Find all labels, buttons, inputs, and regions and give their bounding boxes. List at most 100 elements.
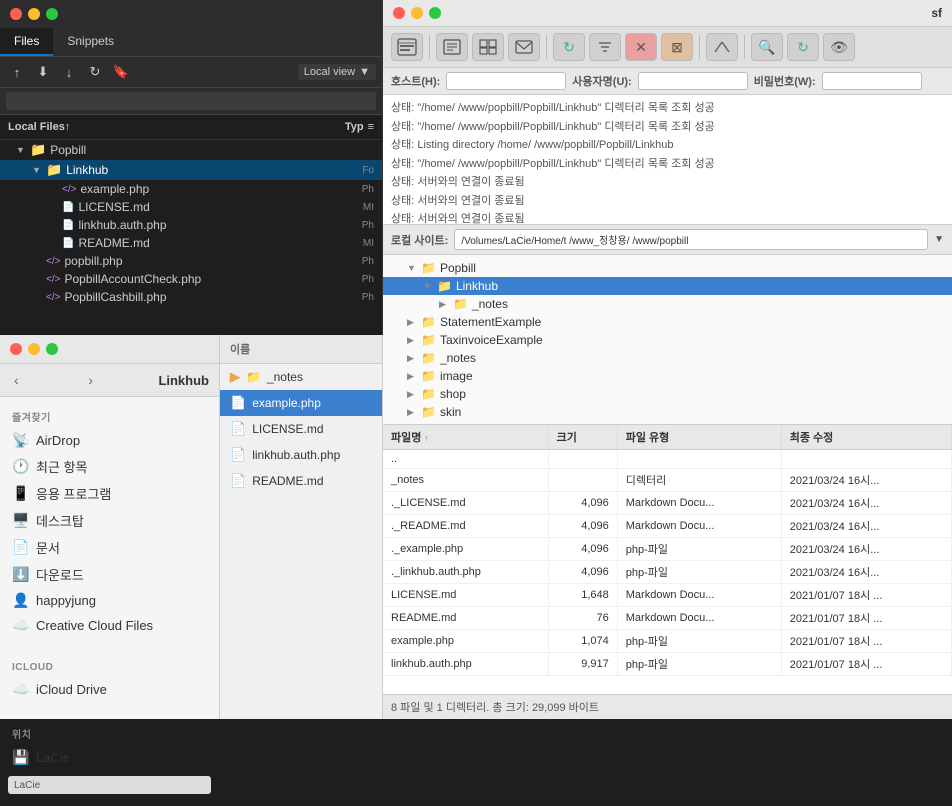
cancel-transfer-button[interactable]: ⊠ [661, 33, 693, 61]
disconnect-red-button[interactable]: ✕ [625, 33, 657, 61]
rt-item-linkhub[interactable]: ▼ 📁 Linkhub [383, 277, 952, 295]
tree-item-account-check[interactable]: </> PopbillAccountCheck.php Ph [0, 270, 382, 288]
list-item-example-php[interactable]: 📄 example.php [220, 390, 382, 416]
file-name-cell: ._example.php [383, 538, 548, 561]
tree-item-license-md[interactable]: 📄 LICENSE.md MI [0, 198, 382, 216]
close-dot[interactable] [10, 8, 22, 20]
refresh-button[interactable]: ↻ [84, 61, 106, 83]
tree-item-example-php[interactable]: </> example.php Ph [0, 180, 382, 198]
local-view-selector[interactable]: Local view ▼ [298, 64, 376, 80]
user-input[interactable] [638, 72, 748, 90]
pass-input[interactable] [822, 72, 922, 90]
rt-item-taxinvoice[interactable]: ▶ 📁 TaxinvoiceExample [383, 331, 952, 349]
documents-icon: 📄 [12, 539, 28, 556]
file-name: example.php [252, 396, 321, 410]
rt-item-popbill[interactable]: ▼ 📁 Popbill [383, 259, 952, 277]
rt-item-shop[interactable]: ▶ 📁 shop [383, 385, 952, 403]
refresh-button[interactable]: ↻ [553, 33, 585, 61]
arrow-icon: ▶ [407, 389, 417, 400]
tree-item-popbill[interactable]: ▼ 📁 Popbill [0, 140, 382, 160]
ftp-maximize-dot[interactable] [429, 7, 441, 19]
upload-speed-button[interactable] [706, 33, 738, 61]
tree-item-cashbill[interactable]: </> PopbillCashbill.php Ph [0, 288, 382, 306]
rt-item-image[interactable]: ▶ 📁 image [383, 367, 952, 385]
back-button[interactable]: ‹ [10, 370, 23, 390]
tree-item-popbill-php[interactable]: </> popbill.php Ph [0, 252, 382, 270]
sync-button[interactable]: ↻ [787, 33, 819, 61]
list-item-readme[interactable]: 📄 README.md [220, 468, 382, 494]
sidebar-item-icloud-drive[interactable]: ☁️ iCloud Drive [0, 677, 219, 702]
filter-button[interactable] [589, 33, 621, 61]
rt-item-label: image [440, 369, 473, 383]
more-button[interactable]: 👁 [823, 33, 855, 61]
transfer-queue-button[interactable] [436, 33, 468, 61]
panel-tabs: Files Snippets [0, 28, 382, 57]
menu-icon[interactable]: ≡ [368, 121, 374, 133]
sidebar-item-applications[interactable]: 📱 응용 프로그램 [0, 480, 219, 507]
user-icon: 👤 [12, 592, 28, 609]
table-row[interactable]: ._LICENSE.md4,096Markdown Docu...2021/03… [383, 492, 952, 515]
col-size[interactable]: 크기 [548, 425, 617, 450]
table-row[interactable]: ._README.md4,096Markdown Docu...2021/03/… [383, 515, 952, 538]
host-input[interactable] [446, 72, 566, 90]
sidebar-item-desktop[interactable]: 🖥️ 데스크탑 [0, 507, 219, 534]
col-filename[interactable]: 파일명 ↑ [383, 425, 548, 450]
list-item-license[interactable]: 📄 LICENSE.md [220, 416, 382, 442]
view-toggle-button[interactable] [472, 33, 504, 61]
message-log-button[interactable] [508, 33, 540, 61]
sidebar-item-recent[interactable]: 🕐 최근 항목 [0, 453, 219, 480]
sidebar-item-happyjung[interactable]: 👤 happyjung [0, 588, 219, 613]
table-row[interactable]: README.md76Markdown Docu...2021/01/07 18… [383, 607, 952, 630]
file-modified-cell: 2021/01/07 18시 ... [781, 653, 951, 676]
list-item-notes[interactable]: ▶ 📁 _notes [220, 364, 382, 390]
sync-down-button[interactable]: ↓ [58, 61, 80, 83]
col-filetype[interactable]: 파일 유형 [617, 425, 781, 450]
log-line-6: 상태: 서버와의 연결이 종료됨 [391, 192, 944, 211]
sidebar-item-airdrop[interactable]: 📡 AirDrop [0, 428, 219, 453]
tree-item-readme[interactable]: 📄 README.md MI [0, 234, 382, 252]
table-row[interactable]: ._linkhub.auth.php4,096php-파일2021/03/24 … [383, 561, 952, 584]
folder-icon: 📁 [437, 279, 452, 293]
list-item-linkhub-auth[interactable]: 📄 linkhub.auth.php [220, 442, 382, 468]
maximize-dot[interactable] [46, 8, 58, 20]
forward-button[interactable]: › [84, 370, 97, 390]
file-size-cell: 9,917 [548, 653, 617, 676]
file-size-cell [548, 469, 617, 492]
table-row[interactable]: LICENSE.md1,648Markdown Docu...2021/01/0… [383, 584, 952, 607]
finder-maximize-dot[interactable] [46, 343, 58, 355]
table-row[interactable]: linkhub.auth.php9,917php-파일2021/01/07 18… [383, 653, 952, 676]
sidebar-item-documents[interactable]: 📄 문서 [0, 534, 219, 561]
ftp-minimize-dot[interactable] [411, 7, 423, 19]
sidebar-item-creative-cloud[interactable]: ☁️ Creative Cloud Files [0, 613, 219, 638]
rt-item-label: Popbill [440, 261, 476, 275]
tab-files[interactable]: Files [0, 28, 53, 56]
tab-snippets[interactable]: Snippets [53, 28, 128, 56]
table-row[interactable]: example.php1,074php-파일2021/01/07 18시 ... [383, 630, 952, 653]
rt-item-statement[interactable]: ▶ 📁 StatementExample [383, 313, 952, 331]
tree-item-linkhub-auth[interactable]: 📄 linkhub.auth.php Ph [0, 216, 382, 234]
rt-item-notes-root[interactable]: ▶ 📁 _notes [383, 349, 952, 367]
sidebar-item-downloads[interactable]: ⬇️ 다운로드 [0, 561, 219, 588]
upload-button[interactable]: ↑ [6, 61, 28, 83]
finder-minimize-dot[interactable] [28, 343, 40, 355]
minimize-dot[interactable] [28, 8, 40, 20]
table-row[interactable]: ._example.php4,096php-파일2021/03/24 16시..… [383, 538, 952, 561]
ftp-close-dot[interactable] [393, 7, 405, 19]
search-input[interactable] [6, 92, 376, 110]
rt-item-notes-sub[interactable]: ▶ 📁 _notes [383, 295, 952, 313]
php-icon: </> [46, 256, 60, 267]
folder-icon: 📁 [46, 162, 62, 178]
table-row[interactable]: .. [383, 450, 952, 469]
search-button[interactable]: 🔍 [751, 33, 783, 61]
local-site-dropdown[interactable]: ▼ [934, 234, 944, 245]
sidebar-item-lacie[interactable]: 💾 LaCie [0, 745, 219, 770]
bookmark-button[interactable]: 🔖 [110, 61, 132, 83]
rt-item-skin[interactable]: ▶ 📁 skin [383, 403, 952, 421]
file-type-cell: php-파일 [617, 630, 781, 653]
finder-close-dot[interactable] [10, 343, 22, 355]
tree-item-linkhub[interactable]: ▼ 📁 Linkhub Fo [0, 160, 382, 180]
download-folder-button[interactable]: ⬇ [32, 61, 54, 83]
col-modified[interactable]: 최종 수정 [781, 425, 951, 450]
site-manager-button[interactable] [391, 33, 423, 61]
table-row[interactable]: _notes디렉터리2021/03/24 16시... [383, 469, 952, 492]
